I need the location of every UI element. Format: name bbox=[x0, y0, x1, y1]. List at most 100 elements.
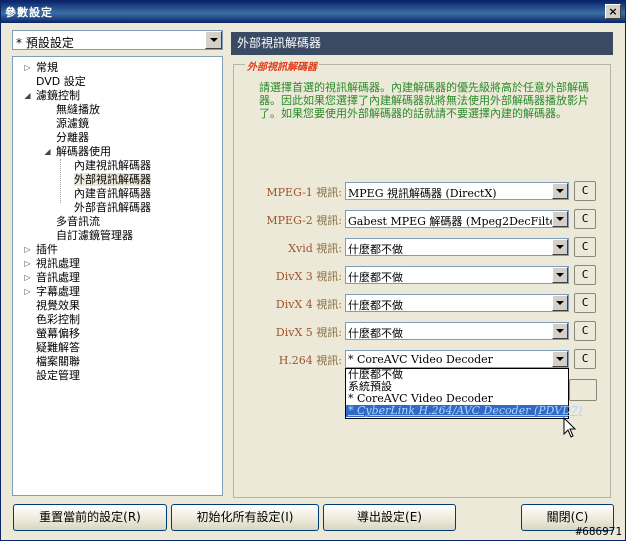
chevron-down-icon[interactable] bbox=[552, 211, 568, 227]
group-title: 外部視訊解碼器 bbox=[245, 58, 319, 73]
tree-item[interactable]: 視訊處理 bbox=[36, 257, 80, 271]
profile-select[interactable]: * 預設設定 bbox=[12, 30, 223, 50]
decoder-config-button[interactable]: C bbox=[574, 265, 596, 285]
tree-item[interactable]: 濾鏡控制 bbox=[36, 89, 80, 103]
decoder-config-button[interactable]: C bbox=[574, 349, 596, 369]
tree-item-label: 視覺效果 bbox=[36, 299, 80, 312]
decoder-select[interactable]: 什麼都不做 bbox=[345, 266, 569, 284]
decoder-suffix: 視訊: bbox=[312, 242, 342, 255]
description-text: 請選擇首選的視訊解碼器。內建解碼器的優先級將高於任意外部解碼器。因此如果您選擇了… bbox=[259, 81, 589, 120]
tree-item[interactable]: 插件 bbox=[36, 243, 58, 257]
close-window-button[interactable]: × bbox=[605, 4, 621, 19]
obscured-button[interactable] bbox=[569, 379, 597, 401]
tree-item[interactable]: 自訂濾鏡管理器 bbox=[56, 229, 133, 243]
decoder-config-button[interactable]: C bbox=[574, 321, 596, 341]
tree-item-label: 多音訊流 bbox=[56, 215, 100, 228]
decoder-select[interactable]: MPEG 視訊解碼器 (DirectX) bbox=[345, 182, 569, 200]
tree-item[interactable]: 外部視訊解碼器 bbox=[74, 173, 151, 187]
tree-item[interactable]: 音訊處理 bbox=[36, 271, 80, 285]
dropdown-option[interactable]: * CyberLink H.264/AVC Decoder (PDVD7) bbox=[346, 405, 582, 417]
decoder-suffix: 視訊: bbox=[312, 214, 342, 227]
tree-item[interactable]: 常規 bbox=[36, 61, 58, 75]
decoder-label: DivX 5 視訊: bbox=[232, 324, 342, 340]
decoder-suffix: 視訊: bbox=[312, 270, 342, 283]
tree-item-label: 內建音訊解碼器 bbox=[74, 187, 151, 200]
expand-icon[interactable]: ▷ bbox=[23, 287, 32, 296]
reset-settings-button[interactable]: 重置當前的設定(R) bbox=[13, 504, 167, 531]
decoder-label: Xvid 視訊: bbox=[232, 240, 342, 256]
tree-item[interactable]: 無縫播放 bbox=[56, 103, 100, 117]
tree-item-label: 分離器 bbox=[56, 131, 89, 144]
chevron-down-icon[interactable] bbox=[552, 323, 568, 339]
chevron-down-icon[interactable] bbox=[552, 267, 568, 283]
tree-item[interactable]: 外部音訊解碼器 bbox=[74, 201, 151, 215]
tree-item[interactable]: 視覺效果 bbox=[36, 299, 80, 313]
expand-icon[interactable]: ▷ bbox=[23, 63, 32, 72]
tree-item[interactable]: 內建音訊解碼器 bbox=[74, 187, 151, 201]
tree-item[interactable]: 螢幕偏移 bbox=[36, 327, 80, 341]
tree-item-label: 螢幕偏移 bbox=[36, 327, 80, 340]
collapse-icon[interactable]: ◢ bbox=[43, 147, 52, 156]
tree-item[interactable]: 分離器 bbox=[56, 131, 89, 145]
expand-icon[interactable]: ▷ bbox=[23, 259, 32, 268]
decoder-config-button[interactable]: C bbox=[574, 293, 596, 313]
decoder-select-value: 什麼都不做 bbox=[348, 327, 403, 340]
expand-icon[interactable]: ▷ bbox=[23, 273, 32, 282]
decoder-config-button[interactable]: C bbox=[574, 209, 596, 229]
decoder-select[interactable]: Gabest MPEG 解碼器 (Mpeg2DecFilter) bbox=[345, 210, 569, 228]
expand-icon[interactable]: ▷ bbox=[23, 245, 32, 254]
tree-item[interactable]: 多音訊流 bbox=[56, 215, 100, 229]
decoder-select-value: 什麼都不做 bbox=[348, 243, 403, 256]
tree-item[interactable]: 源濾鏡 bbox=[56, 117, 89, 131]
decoder-suffix: 視訊: bbox=[312, 354, 342, 367]
tree-item-label: 無縫播放 bbox=[56, 103, 100, 116]
decoder-select[interactable]: * CoreAVC Video Decoder bbox=[345, 350, 569, 368]
decoder-config-button[interactable]: C bbox=[574, 237, 596, 257]
decoder-label: DivX 3 視訊: bbox=[232, 268, 342, 284]
decoder-suffix: 視訊: bbox=[312, 326, 342, 339]
watermark: #686971 bbox=[575, 525, 622, 538]
h264-dropdown-list[interactable]: 什麼都不做 系統預設 * CoreAVC Video Decoder * CyberL… bbox=[345, 368, 582, 419]
init-all-settings-button[interactable]: 初始化所有設定(I) bbox=[171, 504, 319, 531]
decoder-config-button[interactable]: C bbox=[574, 181, 596, 201]
tree-item-label: 音訊處理 bbox=[36, 271, 80, 284]
chevron-down-icon[interactable] bbox=[552, 183, 568, 199]
tree-item[interactable]: 解碼器使用 bbox=[56, 145, 111, 159]
decoder-label: MPEG-2 視訊: bbox=[232, 212, 342, 228]
chevron-down-icon[interactable] bbox=[552, 295, 568, 311]
tree-item-label: 內建視訊解碼器 bbox=[74, 159, 151, 172]
tree-item[interactable]: 疑難解答 bbox=[36, 341, 80, 355]
tree-item-label: 解碼器使用 bbox=[56, 145, 111, 158]
chevron-down-icon[interactable] bbox=[205, 31, 222, 49]
decoder-format: MPEG-2 bbox=[266, 214, 313, 227]
tree-item[interactable]: DVD 設定 bbox=[36, 75, 86, 89]
tree-item-label: 插件 bbox=[36, 243, 58, 256]
tree-item-label: 色彩控制 bbox=[36, 313, 80, 326]
decoder-select-value: Gabest MPEG 解碼器 (Mpeg2DecFilter) bbox=[348, 215, 566, 228]
tree-item-label: 常規 bbox=[36, 61, 58, 74]
tree-item[interactable]: 設定管理 bbox=[36, 369, 80, 383]
decoder-format: DivX 3 bbox=[275, 270, 313, 283]
settings-window: 參數設定 × * 預設設定 常規 ▷ DVD 設定 濾鏡控制 ◢ 無縫播放 源濾鏡 分離器 解碼… bbox=[0, 0, 626, 541]
tree-item[interactable]: 色彩控制 bbox=[36, 313, 80, 327]
tree-item-label: 外部視訊解碼器 bbox=[74, 173, 151, 186]
decoder-select-value: * CoreAVC Video Decoder bbox=[348, 353, 493, 366]
collapse-icon[interactable]: ◢ bbox=[23, 91, 32, 100]
chevron-down-icon[interactable] bbox=[552, 351, 568, 367]
tree-item[interactable]: 字幕處理 bbox=[36, 285, 80, 299]
window-title: 參數設定 bbox=[5, 6, 53, 19]
decoder-select[interactable]: 什麼都不做 bbox=[345, 322, 569, 340]
tree-item[interactable]: 檔案關聯 bbox=[36, 355, 80, 369]
decoder-format: Xvid bbox=[288, 242, 313, 255]
decoder-format: H.264 bbox=[278, 354, 313, 367]
tree-item[interactable]: 內建視訊解碼器 bbox=[74, 159, 151, 173]
decoder-select[interactable]: 什麼都不做 bbox=[345, 294, 569, 312]
decoder-select[interactable]: 什麼都不做 bbox=[345, 238, 569, 256]
chevron-down-icon[interactable] bbox=[552, 239, 568, 255]
tree-item-label: 字幕處理 bbox=[36, 285, 80, 298]
export-settings-button[interactable]: 導出設定(E) bbox=[323, 504, 456, 531]
decoder-format: DivX 4 bbox=[275, 298, 313, 311]
decoder-suffix: 視訊: bbox=[312, 298, 342, 311]
decoder-select-value: 什麼都不做 bbox=[348, 299, 403, 312]
title-bar: 參數設定 × bbox=[1, 1, 625, 23]
